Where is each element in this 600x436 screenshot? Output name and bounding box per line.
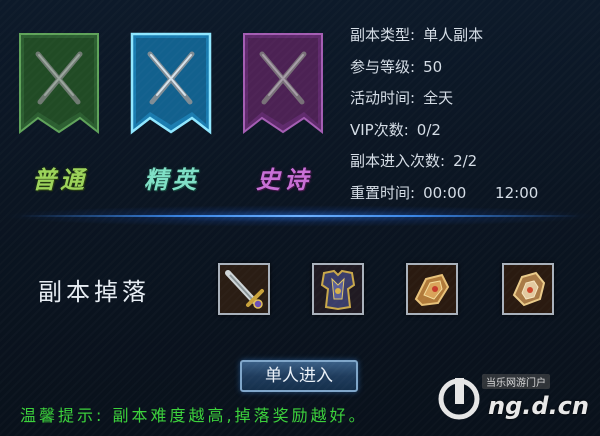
enter-solo-button[interactable]: 单人进入 (240, 360, 358, 392)
armor-item-icon (314, 265, 362, 313)
drop-item-sword[interactable] (218, 263, 270, 315)
difficulty-banner-epic[interactable] (242, 32, 324, 136)
difficulty-banner-normal[interactable] (18, 32, 100, 136)
info-label: 活动时间: (350, 89, 416, 107)
drop-item-gauntlet[interactable] (406, 263, 458, 315)
info-label: VIP次数: (350, 120, 409, 139)
info-value: 2/2 (453, 152, 478, 170)
info-value: 00:00 12:00 (423, 183, 539, 202)
info-row-entries: 副本进入次数: 2/2 (350, 150, 538, 182)
difficulty-banner-elite[interactable] (130, 32, 212, 136)
info-row-level: 参与等级: 50 (350, 56, 538, 88)
info-label: 副本进入次数: (350, 152, 446, 170)
drops-title: 副本掉落 (38, 278, 150, 306)
difficulty-label-epic[interactable]: 史诗 (234, 160, 334, 195)
watermark-small-text: 当乐网游门户 (482, 374, 550, 389)
info-label: 重置时间: (350, 183, 416, 202)
difficulty-label-normal[interactable]: 普通 (10, 160, 110, 195)
tip-text: 温馨提示: 副本难度越高,掉落奖励越好。 (20, 406, 368, 425)
banner-epic-graphic (243, 33, 323, 135)
info-label: 参与等级: (350, 57, 416, 76)
watermark: 当乐网游门户 ng.d.cn (436, 372, 589, 422)
banner-elite-graphic (130, 32, 212, 135)
section-divider (20, 215, 580, 217)
dungeon-panel: 普通 精英 史诗 副本类型: 单人副本 参与等级: 50 活动时间: 全天 VI… (0, 0, 600, 436)
sword-item-icon (220, 265, 268, 313)
drop-item-armor[interactable] (312, 263, 364, 315)
watermark-big-text: ng.d.cn (488, 392, 589, 420)
info-row-type: 副本类型: 单人副本 (350, 24, 538, 56)
drop-item-bracer[interactable] (502, 263, 554, 315)
info-value: 0/2 (416, 120, 441, 139)
info-value: 50 (423, 57, 443, 76)
gauntlet-item-icon (408, 265, 456, 313)
difficulty-label-elite[interactable]: 精英 (122, 160, 222, 195)
info-row-vip: VIP次数: 0/2 (350, 119, 538, 151)
watermark-logo-icon (438, 378, 480, 420)
info-label: 副本类型: (350, 26, 416, 44)
info-value: 全天 (423, 89, 454, 107)
info-row-time: 活动时间: 全天 (350, 87, 538, 119)
banner-normal-graphic (19, 33, 99, 135)
info-value: 单人副本 (423, 26, 484, 44)
dungeon-info: 副本类型: 单人副本 参与等级: 50 活动时间: 全天 VIP次数: 0/2 副本进入… (350, 24, 538, 213)
bracer-item-icon (504, 265, 552, 313)
